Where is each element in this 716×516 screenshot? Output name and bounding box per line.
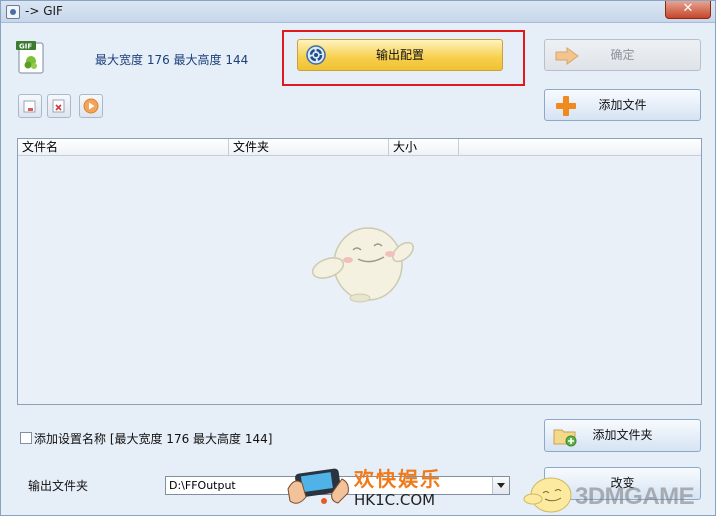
file-list[interactable]: 文件名 文件夹 大小: [17, 138, 702, 405]
title-bar: -> GIF ✕: [1, 1, 715, 23]
ok-label: 确定: [610, 48, 635, 62]
play-icon: [83, 98, 99, 114]
window-title: -> GIF: [25, 4, 63, 18]
play-button[interactable]: [79, 94, 103, 118]
remove-file-button[interactable]: [47, 94, 71, 118]
add-folder-label: 添加文件夹: [592, 428, 653, 442]
hk1c-watermark: 欢快娱乐 HK1C.COM: [284, 459, 444, 515]
plus-icon: [556, 96, 576, 116]
column-header-folder[interactable]: 文件夹: [229, 139, 389, 156]
add-file-button[interactable]: 添加文件: [544, 89, 701, 121]
clear-icon: [23, 100, 36, 113]
arrow-right-icon: [555, 47, 579, 65]
clear-list-button[interactable]: [18, 94, 42, 118]
svg-text:GIF: GIF: [19, 43, 32, 51]
output-folder-label: 输出文件夹: [28, 479, 89, 493]
column-header-filename[interactable]: 文件名: [18, 139, 229, 156]
add-folder-icon: [553, 429, 577, 447]
output-config-button[interactable]: 输出配置: [297, 39, 503, 71]
app-window: -> GIF ✕ GIF 最大宽度 176 最大高度 144 输出配置 确定 添…: [0, 0, 716, 516]
add-file-label: 添加文件: [598, 98, 647, 112]
size-info-text: 最大宽度 176 最大高度 144: [95, 53, 249, 67]
add-folder-button[interactable]: 添加文件夹: [544, 419, 701, 452]
3dmgame-watermark: 3DMGAME: [523, 471, 713, 515]
delete-icon: [52, 99, 65, 113]
close-button[interactable]: ✕: [665, 1, 711, 19]
gamepad-hands-icon: [287, 468, 349, 504]
mascot-watermark-icon: [311, 227, 414, 303]
preset-name-label: 添加设置名称 [最大宽度 176 最大高度 144]: [34, 432, 273, 446]
hk1c-title: 欢快娱乐: [354, 467, 442, 491]
3dmgame-text: 3DMGAME: [575, 483, 695, 510]
chevron-down-icon[interactable]: [492, 477, 509, 494]
add-preset-name-checkbox[interactable]: [20, 432, 32, 444]
ok-button[interactable]: 确定: [544, 39, 701, 71]
file-list-header: 文件名 文件夹 大小: [18, 139, 701, 156]
app-icon: [6, 5, 20, 19]
gif-format-icon: GIF: [16, 41, 44, 74]
output-folder-value: D:\FFOutput: [169, 479, 236, 492]
column-header-size[interactable]: 大小: [389, 139, 459, 156]
hk1c-url: HK1C.COM: [354, 491, 436, 509]
output-config-label: 输出配置: [375, 48, 424, 62]
mascot-logo-icon: [523, 477, 572, 513]
